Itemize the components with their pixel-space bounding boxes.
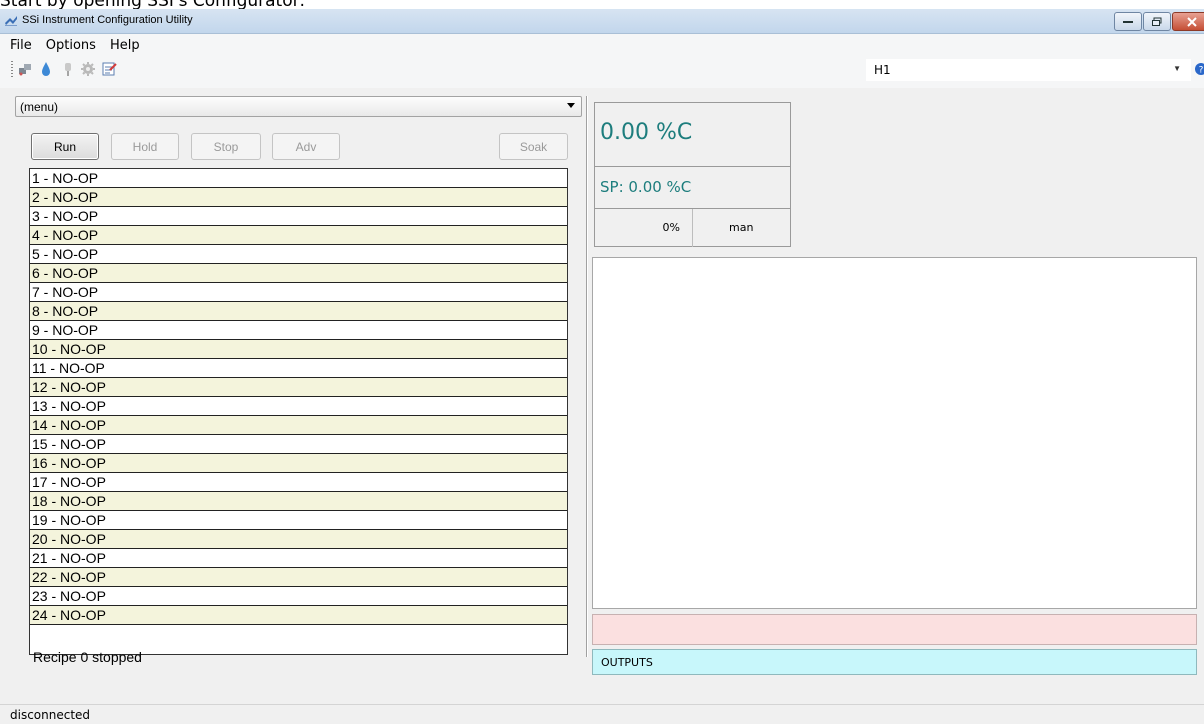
outputs-bar[interactable]: OUTPUTS (592, 649, 1197, 675)
adv-button[interactable]: Adv (272, 133, 340, 160)
list-item[interactable]: 23 - NO-OP (30, 587, 567, 606)
trend-chart-area (592, 257, 1197, 609)
chevron-down-icon (567, 103, 575, 108)
mode-cell[interactable]: man (693, 209, 790, 247)
output-percent-cell: 0% (595, 209, 693, 247)
list-item[interactable]: 18 - NO-OP (30, 492, 567, 511)
probe-icon[interactable] (60, 61, 76, 77)
restore-button[interactable] (1143, 12, 1171, 31)
recipe-status-text: Recipe 0 stopped (33, 649, 142, 665)
notepad-icon[interactable] (101, 61, 117, 77)
alarm-bar (592, 614, 1197, 645)
list-item[interactable]: 7 - NO-OP (30, 283, 567, 302)
recipe-menu-select[interactable]: (menu) (15, 96, 582, 117)
list-item[interactable]: 4 - NO-OP (30, 226, 567, 245)
device-select[interactable]: H1 ▼ (866, 59, 1191, 81)
run-button[interactable]: Run (31, 133, 99, 160)
list-item[interactable]: 22 - NO-OP (30, 568, 567, 587)
list-item[interactable]: 21 - NO-OP (30, 549, 567, 568)
list-item[interactable]: 17 - NO-OP (30, 473, 567, 492)
list-item[interactable]: 9 - NO-OP (30, 321, 567, 340)
recipe-menu-value: (menu) (20, 100, 59, 114)
close-button[interactable] (1172, 12, 1204, 31)
output-percent: 0% (662, 221, 680, 234)
toolbar-grip[interactable] (11, 61, 13, 78)
chevron-down-icon: ▼ (1173, 64, 1181, 73)
recipe-step-list: 1 - NO-OP 2 - NO-OP 3 - NO-OP 4 - NO-OP … (29, 168, 568, 665)
stop-button[interactable]: Stop (191, 133, 261, 160)
list-item[interactable]: 3 - NO-OP (30, 207, 567, 226)
list-item[interactable]: 15 - NO-OP (30, 435, 567, 454)
outputs-label: OUTPUTS (601, 656, 653, 669)
connect-icon[interactable] (17, 61, 33, 77)
menu-help[interactable]: Help (110, 38, 140, 53)
menu-options[interactable]: Options (46, 38, 96, 53)
device-select-value: H1 (874, 63, 891, 77)
list-item[interactable]: 10 - NO-OP (30, 340, 567, 359)
list-item[interactable]: 2 - NO-OP (30, 188, 567, 207)
close-icon (1187, 16, 1197, 27)
control-mode: man (729, 221, 754, 234)
gear-icon[interactable] (80, 61, 96, 77)
app-icon (5, 16, 17, 26)
list-item[interactable]: 24 - NO-OP (30, 606, 567, 625)
soak-button[interactable]: Soak (499, 133, 568, 160)
minimize-button[interactable] (1114, 12, 1142, 31)
list-item[interactable]: 12 - NO-OP (30, 378, 567, 397)
list-item[interactable]: 6 - NO-OP (30, 264, 567, 283)
list-item[interactable]: 8 - NO-OP (30, 302, 567, 321)
list-item[interactable]: 11 - NO-OP (30, 359, 567, 378)
list-item[interactable]: 19 - NO-OP (30, 511, 567, 530)
connection-status: disconnected (10, 708, 91, 722)
process-value: 0.00 %C (600, 120, 693, 145)
panel-splitter[interactable] (586, 96, 588, 657)
window-controls (1113, 12, 1204, 31)
list-item[interactable]: 5 - NO-OP (30, 245, 567, 264)
list-item[interactable]: 1 - NO-OP (30, 169, 567, 188)
list-item[interactable]: 13 - NO-OP (30, 397, 567, 416)
list-item[interactable]: 14 - NO-OP (30, 416, 567, 435)
list-item[interactable]: 16 - NO-OP (30, 454, 567, 473)
setpoint-value: SP: 0.00 %C (600, 178, 692, 196)
status-bar: disconnected (0, 704, 1204, 724)
restore-icon (1152, 17, 1162, 26)
menu-bar: File Options Help (0, 34, 154, 56)
loop-display: 0.00 %C SP: 0.00 %C 0% man (594, 102, 791, 247)
caption-fragment: Start by opening SSI's Configurator: (0, 0, 306, 11)
window-title: SSi Instrument Configuration Utility (22, 14, 193, 26)
title-bar: SSi Instrument Configuration Utility (0, 9, 1204, 34)
minimize-icon (1123, 20, 1133, 23)
setpoint-cell[interactable]: SP: 0.00 %C (595, 167, 790, 209)
menu-file[interactable]: File (10, 38, 32, 53)
hold-button[interactable]: Hold (111, 133, 179, 160)
process-value-cell: 0.00 %C (595, 103, 790, 167)
drop-icon[interactable] (38, 61, 54, 77)
svg-text:?: ? (1199, 66, 1204, 76)
list-item[interactable]: 20 - NO-OP (30, 530, 567, 549)
help-icon[interactable]: ? (1194, 62, 1204, 76)
